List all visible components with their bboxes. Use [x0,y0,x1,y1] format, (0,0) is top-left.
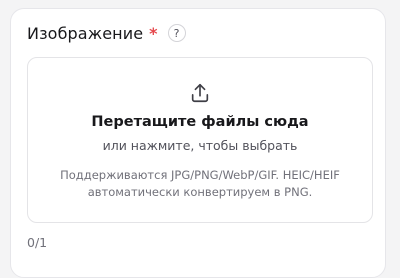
file-dropzone[interactable]: Перетащите файлы сюда или нажмите, чтобы… [27,57,373,223]
help-icon[interactable]: ? [167,24,186,42]
dropzone-hint-line-1: Поддерживаются JPG/PNG/WebP/GIF. HEIC/HE… [60,168,340,182]
image-upload-card: Изображение * ? Перетащите файлы сюда ил… [10,8,386,278]
dropzone-title: Перетащите файлы сюда [91,114,309,130]
field-header: Изображение * ? [27,21,186,45]
field-label: Изображение [27,23,144,43]
dropzone-hint: Поддерживаются JPG/PNG/WebP/GIF. HEIC/HE… [48,167,352,201]
dropzone-hint-line-2: автоматически конвертируем в PNG. [87,185,313,199]
upload-icon [191,83,209,103]
required-mark: * [149,23,158,43]
file-counter: 0/1 [27,235,48,250]
dropzone-subtitle: или нажмите, чтобы выбрать [102,138,298,153]
